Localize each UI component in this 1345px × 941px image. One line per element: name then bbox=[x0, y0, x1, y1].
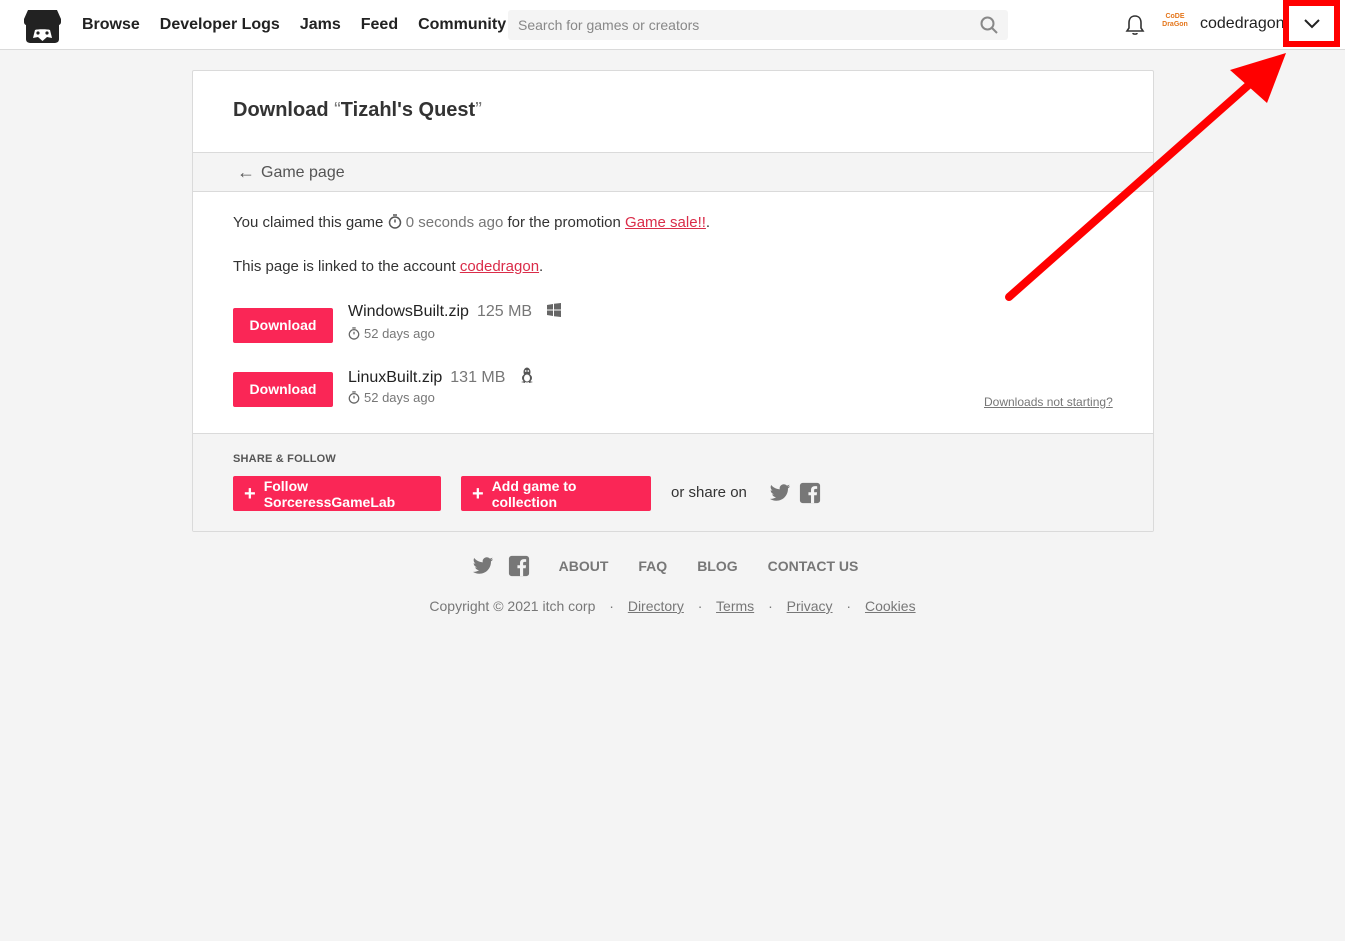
stopwatch-icon bbox=[348, 327, 360, 340]
separator: · bbox=[768, 598, 773, 614]
download-button[interactable]: Download bbox=[233, 372, 333, 407]
account-link[interactable]: codedragon bbox=[460, 258, 539, 275]
copyright-text: Copyright © 2021 itch corp bbox=[429, 598, 596, 614]
download-card: Download “Tizahl's Quest” ← Game page Yo… bbox=[192, 70, 1154, 532]
facebook-icon[interactable] bbox=[508, 555, 530, 577]
file-title: WindowsBuilt.zip 125 MB bbox=[348, 303, 561, 321]
site-header: Browse Developer Logs Jams Feed Communit… bbox=[0, 0, 1345, 50]
username[interactable]: codedragon bbox=[1200, 15, 1285, 33]
file-date-text: 52 days ago bbox=[364, 326, 435, 341]
page-title: Download “Tizahl's Quest” bbox=[233, 99, 482, 122]
main-nav: Browse Developer Logs Jams Feed Communit… bbox=[82, 0, 526, 50]
title-prefix: Download bbox=[233, 99, 335, 121]
nav-browse[interactable]: Browse bbox=[82, 16, 140, 34]
notifications-bell-icon[interactable] bbox=[1125, 14, 1145, 36]
search-input[interactable] bbox=[508, 10, 1008, 40]
follow-button[interactable]: + Follow SorceressGameLab bbox=[233, 476, 441, 511]
plus-icon: + bbox=[472, 482, 484, 505]
search-box bbox=[508, 10, 1008, 40]
file-title: LinuxBuilt.zip 131 MB bbox=[348, 367, 534, 387]
game-page-link[interactable]: ← Game page bbox=[237, 162, 345, 183]
file-name: LinuxBuilt.zip bbox=[348, 369, 443, 386]
file-name: WindowsBuilt.zip bbox=[348, 303, 469, 320]
share-label: SHARE & FOLLOW bbox=[233, 453, 337, 465]
plus-icon: + bbox=[244, 482, 256, 505]
chevron-down-icon bbox=[1303, 18, 1320, 28]
nav-community[interactable]: Community bbox=[418, 16, 506, 34]
stopwatch-icon bbox=[388, 214, 401, 229]
claim-prefix: You claimed this game bbox=[233, 214, 384, 231]
footer-links: ABOUT FAQ BLOG CONTACT US bbox=[0, 555, 1345, 577]
back-bar: ← Game page bbox=[193, 152, 1153, 192]
linked-suffix: . bbox=[539, 258, 544, 275]
or-share-label: or share on bbox=[671, 484, 747, 501]
windows-icon bbox=[546, 303, 561, 317]
claim-middle: for the promotion bbox=[507, 214, 621, 231]
claim-text: You claimed this game 0 seconds ago for … bbox=[233, 214, 710, 231]
footer-blog-link[interactable]: BLOG bbox=[697, 558, 737, 574]
add-to-collection-button[interactable]: + Add game to collection bbox=[461, 476, 651, 511]
stopwatch-icon bbox=[348, 391, 360, 404]
copyright-row: Copyright © 2021 itch corp · Directory ·… bbox=[0, 598, 1345, 614]
cookies-link[interactable]: Cookies bbox=[865, 598, 916, 614]
nav-developer-logs[interactable]: Developer Logs bbox=[160, 16, 280, 34]
user-menu-dropdown-button[interactable] bbox=[1283, 0, 1340, 47]
twitter-icon[interactable] bbox=[769, 482, 791, 504]
title-close-quote: ” bbox=[475, 99, 482, 121]
follow-label: Follow SorceressGameLab bbox=[263, 477, 396, 510]
claim-time: 0 seconds ago bbox=[405, 214, 504, 231]
search-icon[interactable] bbox=[980, 16, 998, 34]
footer-faq-link[interactable]: FAQ bbox=[638, 558, 667, 574]
promotion-link[interactable]: Game sale!! bbox=[625, 214, 706, 231]
twitter-icon[interactable] bbox=[472, 555, 494, 577]
itch-logo-icon[interactable] bbox=[23, 8, 62, 43]
separator: · bbox=[609, 598, 614, 614]
file-date: 52 days ago bbox=[348, 390, 435, 405]
privacy-link[interactable]: Privacy bbox=[787, 598, 833, 614]
game-page-label: Game page bbox=[261, 163, 345, 181]
collection-label: Add game to collection bbox=[491, 477, 577, 510]
separator: · bbox=[846, 598, 852, 614]
linked-account-text: This page is linked to the account coded… bbox=[233, 258, 543, 275]
file-date: 52 days ago bbox=[348, 326, 435, 341]
footer-contact-link[interactable]: CONTACT US bbox=[768, 558, 859, 574]
game-title: Tizahl's Quest bbox=[340, 99, 476, 121]
nav-jams[interactable]: Jams bbox=[300, 16, 341, 34]
facebook-icon[interactable] bbox=[799, 482, 821, 504]
nav-feed[interactable]: Feed bbox=[361, 16, 398, 34]
linux-icon bbox=[520, 367, 533, 383]
download-button[interactable]: Download bbox=[233, 308, 333, 343]
separator: · bbox=[697, 598, 703, 614]
file-date-text: 52 days ago bbox=[364, 390, 435, 405]
file-size: 125 MB bbox=[476, 303, 533, 320]
footer-about-link[interactable]: ABOUT bbox=[559, 558, 609, 574]
avatar[interactable]: CoDE DraGon bbox=[1162, 13, 1188, 35]
directory-link[interactable]: Directory bbox=[628, 598, 684, 614]
title-open-quote: “ bbox=[334, 99, 341, 121]
terms-link[interactable]: Terms bbox=[716, 598, 754, 614]
arrow-left-icon: ← bbox=[237, 162, 255, 182]
downloads-not-starting-link[interactable]: Downloads not starting? bbox=[984, 395, 1113, 409]
file-size: 131 MB bbox=[450, 369, 506, 386]
claim-suffix: . bbox=[705, 214, 711, 231]
linked-prefix: This page is linked to the account bbox=[233, 258, 456, 275]
share-follow-section: SHARE & FOLLOW + Follow SorceressGameLab… bbox=[193, 433, 1153, 531]
